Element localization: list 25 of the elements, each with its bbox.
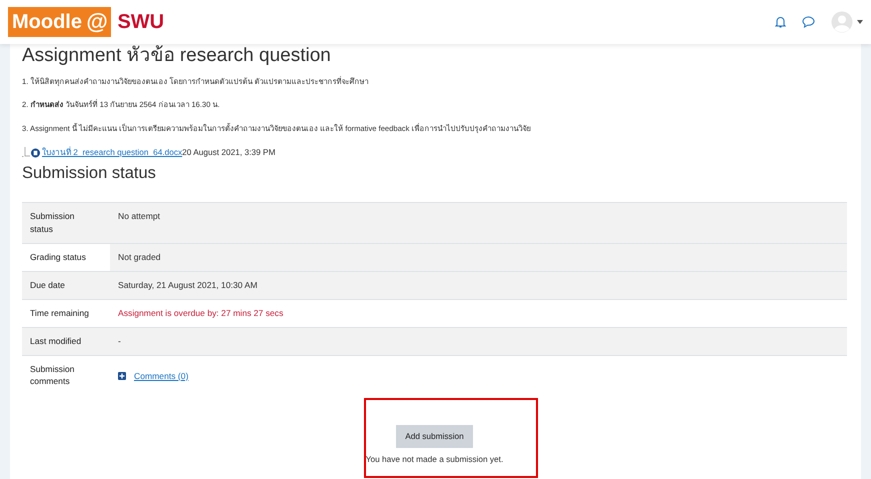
row-value: Saturday, 21 August 2021, 10:30 AM bbox=[118, 280, 258, 290]
chat-icon[interactable] bbox=[802, 16, 815, 28]
file-icon bbox=[22, 146, 42, 158]
page-title: Assignment หัวข้อ research question bbox=[22, 45, 332, 68]
submission-note: You have not made a submission yet. bbox=[364, 452, 504, 466]
row-value: Not graded bbox=[118, 252, 161, 262]
logo-text: Moodle bbox=[8, 7, 86, 37]
row-label: Last modified bbox=[22, 327, 110, 356]
notification-icon[interactable] bbox=[775, 16, 786, 28]
row-value: - bbox=[118, 336, 121, 346]
logo-at-sign: @ bbox=[86, 7, 112, 37]
row-value: No attempt bbox=[118, 211, 160, 222]
section-title: Submission status bbox=[22, 164, 157, 184]
file-date: 20 August 2021, 3:39 PM bbox=[182, 146, 276, 158]
row-label: Time remaining bbox=[22, 299, 110, 328]
file-link[interactable]: ใบงานที่ 2_research question_64.docx bbox=[42, 146, 182, 158]
comments-link[interactable]: Comments (0) bbox=[134, 370, 188, 382]
expand-icon[interactable] bbox=[118, 372, 126, 380]
add-submission-button[interactable]: Add submission bbox=[396, 425, 473, 448]
row-label: Grading status bbox=[22, 243, 110, 272]
overdue-text: Assignment is overdue by: 27 mins 27 secs bbox=[118, 308, 284, 318]
caret-icon[interactable] bbox=[857, 20, 863, 24]
row-label: Submission status bbox=[22, 202, 110, 244]
logo-text: SWU bbox=[117, 10, 164, 35]
row-label: Due date bbox=[22, 271, 110, 300]
